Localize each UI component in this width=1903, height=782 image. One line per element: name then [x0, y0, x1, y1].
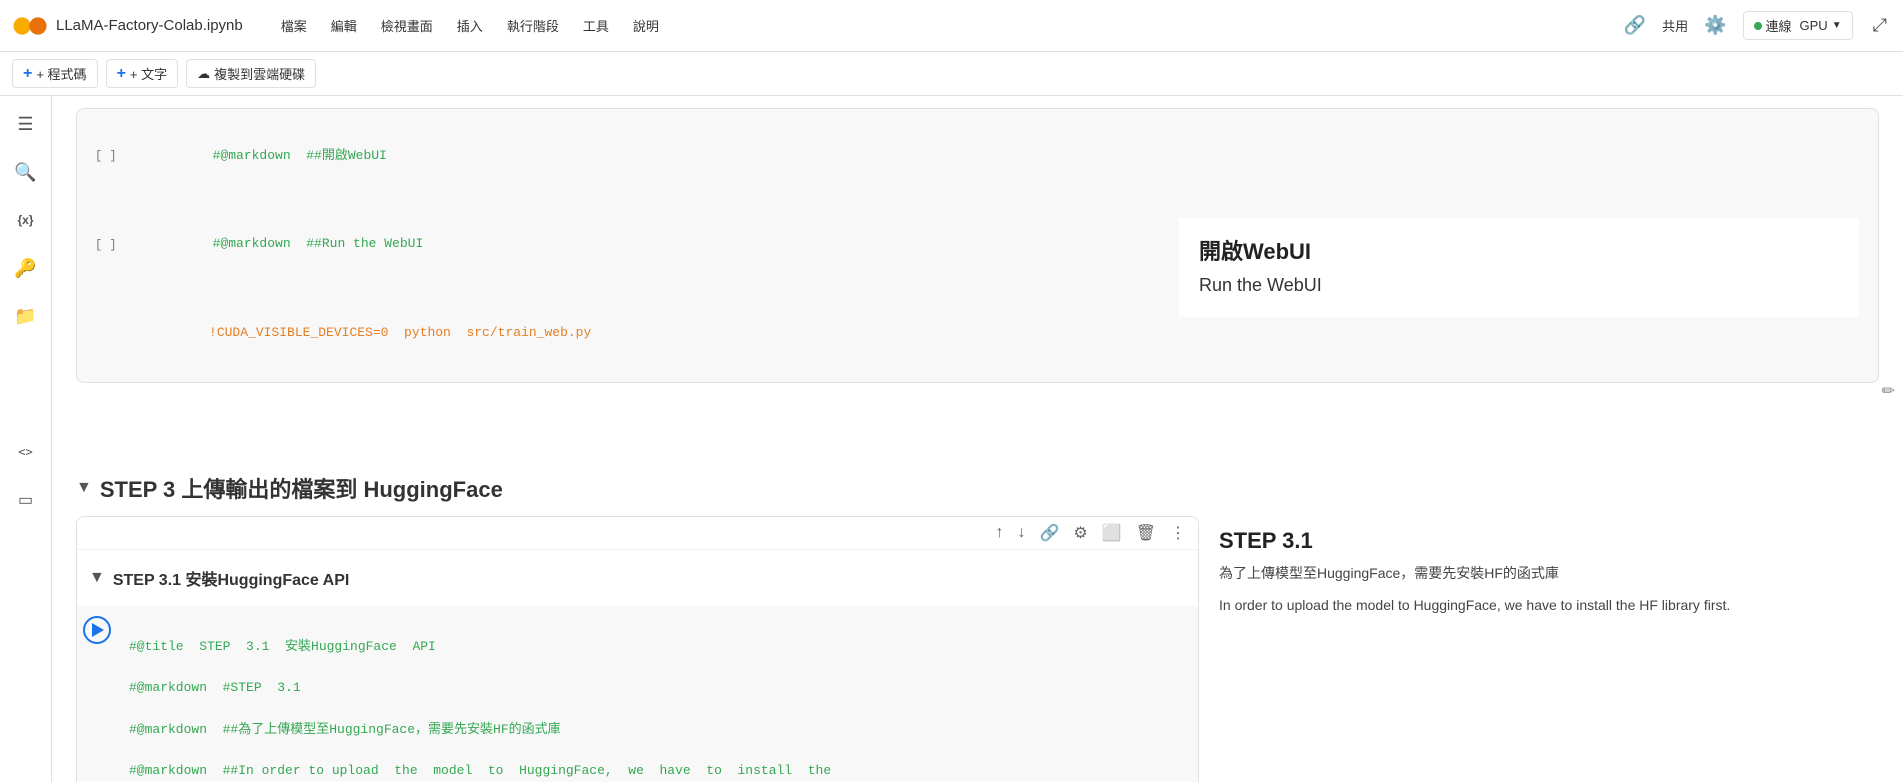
- prev-code-block-1: #@markdown ##開啟WebUI: [123, 115, 1866, 197]
- section3-collapse-arrow[interactable]: ▼: [76, 479, 92, 497]
- step31-code-content[interactable]: #@title STEP 3.1 安裝HuggingFace API #@mar…: [117, 606, 1198, 782]
- sidebar-key-icon[interactable]: 🔑: [6, 248, 46, 288]
- step31-code-cell: #@title STEP 3.1 安裝HuggingFace API #@mar…: [77, 606, 1198, 782]
- step31-code-line4: #@markdown ##In order to upload the mode…: [129, 761, 1186, 782]
- runtime-selector[interactable]: 連線 GPU ▼: [1743, 11, 1853, 40]
- connected-indicator: [1754, 22, 1762, 30]
- sidebar-variable-icon[interactable]: {x}: [6, 200, 46, 240]
- section3-heading[interactable]: ▼ STEP 3 上傳輸出的檔案到 HuggingFace: [76, 472, 1879, 504]
- menu-tools[interactable]: 工具: [573, 12, 619, 39]
- bracket-empty-2: [ ]: [89, 234, 123, 256]
- menu-edit[interactable]: 編輯: [321, 12, 367, 39]
- prev-cell-row-1: [ ] #@markdown ##開啟WebUI: [77, 109, 1878, 203]
- step31-action-bar: ↑ ↓ 🔗 ⚙ ⬜ 🗑 ⋮: [77, 517, 1198, 550]
- menu-file[interactable]: 檔案: [271, 12, 317, 39]
- step31-collapse-arrow[interactable]: ▼: [89, 569, 105, 587]
- run-triangle-31: [92, 623, 104, 637]
- menu-runtime[interactable]: 執行階段: [497, 12, 569, 39]
- add-code-label: + 程式碼: [36, 64, 86, 83]
- colab-logo: [12, 8, 48, 44]
- step31-subheading[interactable]: ▼ STEP 3.1 安裝HuggingFace API: [77, 558, 1198, 598]
- main-layout: ☰ 🔍 {x} 🔑 📁 <> ▭ [ ] #@markdown ##開啟WebU…: [0, 96, 1903, 782]
- run-circle-31[interactable]: [83, 616, 111, 644]
- bracket-empty: [ ]: [89, 145, 123, 167]
- step31-output-title: STEP 3.1: [1219, 528, 1859, 554]
- bracket-empty-3: [89, 329, 119, 337]
- sidebar-code-icon[interactable]: <>: [6, 432, 46, 472]
- code-cmd-1: !CUDA_VISIBLE_DEVICES=0 python src/train…: [209, 325, 591, 340]
- step31-output-line1: 為了上傳模型至HuggingFace，需要先安裝HF的函式庫: [1219, 562, 1859, 586]
- toolbar: + + 程式碼 + + 文字 ☁ 複製到雲端硬碟: [0, 52, 1903, 96]
- add-text-button[interactable]: + + 文字: [106, 59, 179, 88]
- step31-code-line1: #@title STEP 3.1 安裝HuggingFace API: [129, 637, 1186, 658]
- step31-code-line3: #@markdown ##為了上傳模型至HuggingFace，需要先安裝HF的…: [129, 720, 1186, 741]
- prev-output-panel: 開啟WebUI Run the WebUI: [1179, 218, 1859, 317]
- sidebar-menu-icon[interactable]: ☰: [6, 104, 46, 144]
- sidebar-folder-icon[interactable]: 📁: [6, 296, 46, 336]
- menu-insert[interactable]: 插入: [447, 12, 493, 39]
- run-button-31[interactable]: [77, 606, 117, 782]
- share-button[interactable]: 共用: [1662, 16, 1688, 35]
- code-comment-1: #@markdown ##開啟WebUI: [213, 148, 387, 163]
- expand-cell-icon[interactable]: ⬜: [1098, 521, 1126, 545]
- add-text-label: + 文字: [130, 64, 167, 83]
- sidebar-search-icon[interactable]: 🔍: [6, 152, 46, 192]
- up-arrow-icon[interactable]: ↑: [992, 522, 1008, 544]
- prev-output-title: 開啟WebUI: [1199, 234, 1839, 266]
- sidebar-icons: ☰ 🔍 {x} 🔑 📁 <> ▭: [0, 96, 52, 782]
- notebook-content[interactable]: [ ] #@markdown ##開啟WebUI [ ] #@markdown …: [52, 96, 1903, 782]
- expand-icon[interactable]: ⤢: [1869, 15, 1891, 36]
- code-comment-2: #@markdown ##Run the WebUI: [213, 236, 424, 251]
- menu-bar: 檔案 編輯 檢視畫面 插入 執行階段 工具 說明: [271, 12, 669, 39]
- menu-view[interactable]: 檢視畫面: [371, 12, 443, 39]
- section3-title: STEP 3 上傳輸出的檔案到 HuggingFace: [100, 472, 503, 504]
- cloud-icon: ☁: [197, 66, 210, 82]
- cloud-label: 複製到雲端硬碟: [214, 64, 305, 83]
- step31-row: ↑ ↓ 🔗 ⚙ ⬜ 🗑 ⋮ ▼ STEP 3.1 安裝HuggingFace A…: [76, 516, 1879, 782]
- down-arrow-icon[interactable]: ↓: [1014, 522, 1030, 544]
- logo-area: LLaMA-Factory-Colab.ipynb: [12, 8, 243, 44]
- gpu-label: GPU: [1800, 18, 1828, 33]
- menu-help[interactable]: 說明: [623, 12, 669, 39]
- sidebar-terminal-icon[interactable]: ▭: [6, 480, 46, 520]
- step31-code-line2: #@markdown #STEP 3.1: [129, 678, 1186, 699]
- settings-icon[interactable]: ⚙️: [1704, 15, 1726, 36]
- top-bar-right: 🔗 共用 ⚙️ 連線 GPU ▼ ⤢: [1624, 11, 1891, 40]
- plus-icon-text: +: [117, 65, 126, 83]
- notebook-title: LLaMA-Factory-Colab.ipynb: [56, 17, 243, 34]
- link-icon[interactable]: 🔗: [1624, 15, 1646, 36]
- cloud-copy-button[interactable]: ☁ 複製到雲端硬碟: [186, 59, 316, 88]
- plus-icon: +: [23, 65, 32, 83]
- dropdown-arrow[interactable]: ▼: [1832, 20, 1842, 31]
- top-bar: LLaMA-Factory-Colab.ipynb 檔案 編輯 檢視畫面 插入 …: [0, 0, 1903, 52]
- step31-cell: ↑ ↓ 🔗 ⚙ ⬜ 🗑 ⋮ ▼ STEP 3.1 安裝HuggingFace A…: [76, 516, 1199, 782]
- delete-cell-icon[interactable]: 🗑: [1132, 521, 1160, 545]
- prev-output-subtitle: Run the WebUI: [1199, 270, 1839, 301]
- settings-cell-icon[interactable]: ⚙: [1069, 521, 1091, 545]
- step31-output: STEP 3.1 為了上傳模型至HuggingFace，需要先安裝HF的函式庫 …: [1199, 516, 1879, 782]
- more-options-icon[interactable]: ⋮: [1166, 521, 1190, 545]
- link-cell-icon[interactable]: 🔗: [1036, 521, 1064, 545]
- connection-label: 連線: [1766, 16, 1792, 35]
- step31-output-line2: In order to upload the model to HuggingF…: [1219, 594, 1859, 618]
- step31-title: STEP 3.1 安裝HuggingFace API: [113, 566, 350, 590]
- add-code-button[interactable]: + + 程式碼: [12, 59, 98, 88]
- edit-icon-32[interactable]: ✏: [1882, 381, 1895, 401]
